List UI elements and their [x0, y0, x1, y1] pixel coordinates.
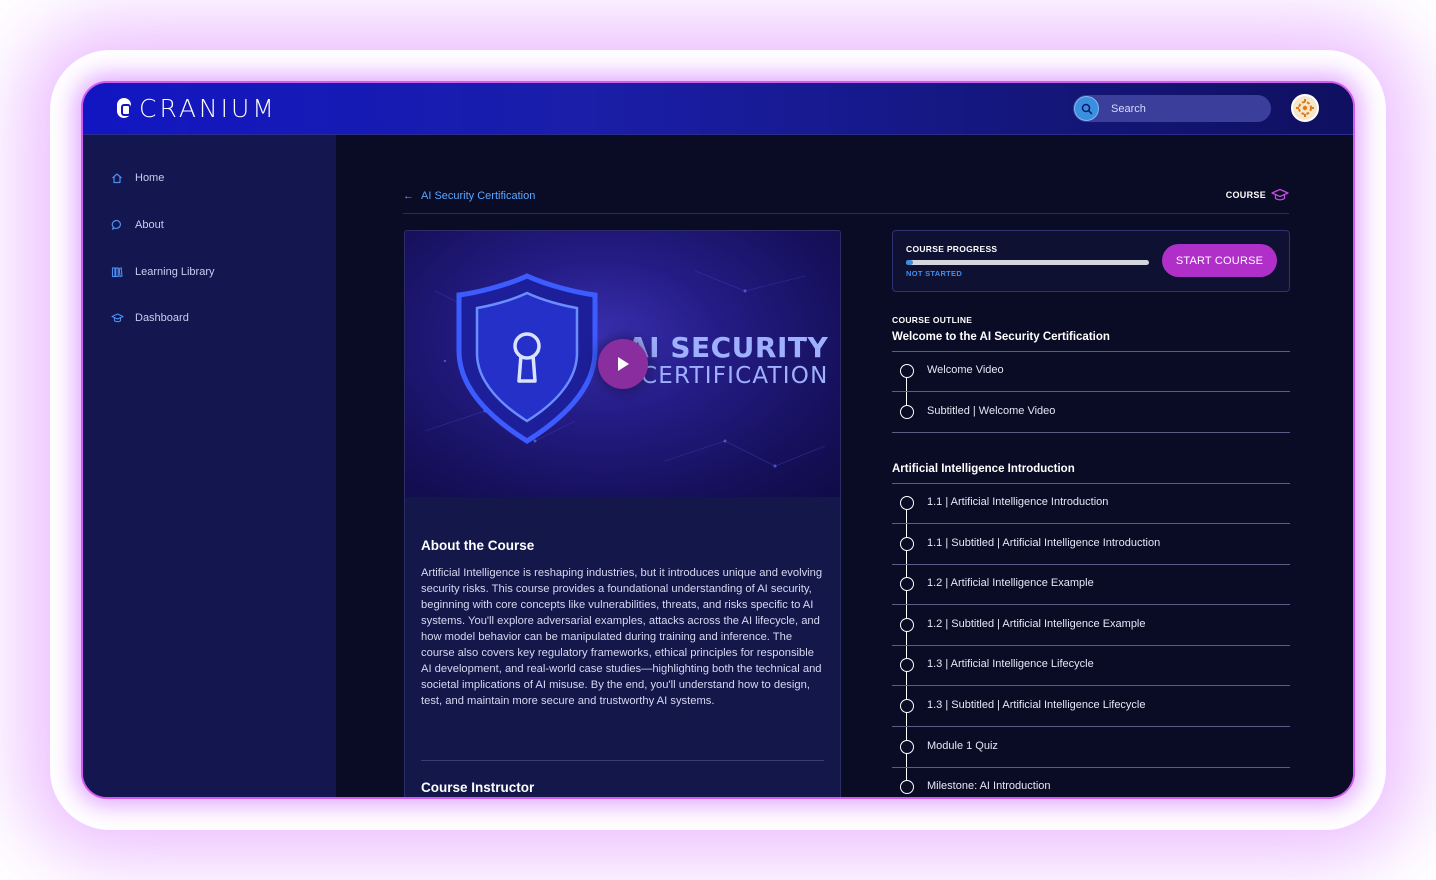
outline-item[interactable]: 1.1 | Artificial Intelligence Introducti… [892, 483, 1290, 523]
main-content: ← AI Security Certification COURSE AI SE… [336, 135, 1353, 797]
outline-item-label: 1.3 | Artificial Intelligence Lifecycle [927, 658, 1094, 671]
incomplete-circle-icon [900, 496, 914, 510]
sidebar-item-home[interactable]: Home [111, 169, 164, 187]
incomplete-circle-icon [900, 577, 914, 592]
outline-item-label: Module 1 Quiz [927, 739, 998, 752]
incomplete-circle-icon [900, 404, 914, 419]
outline-item-label: Subtitled | Welcome Video [927, 404, 1056, 417]
sidebar-item-learning-library[interactable]: Learning Library [111, 263, 215, 281]
sidebar-item-label: Learning Library [135, 266, 215, 278]
start-course-button[interactable]: START COURSE [1162, 244, 1277, 277]
video-title-line1: AI SECURITY [627, 331, 829, 364]
avatar[interactable] [1291, 94, 1319, 122]
outline-item[interactable]: 1.3 | Artificial Intelligence Lifecycle [892, 645, 1290, 685]
instructor-heading: Course Instructor [421, 780, 535, 795]
course-video-player[interactable]: AI SECURITY CERTIFICATION [405, 231, 840, 497]
progress-status: NOT STARTED [906, 269, 963, 278]
library-icon [111, 265, 125, 279]
outline-item-label: Milestone: AI Introduction [927, 780, 1051, 793]
breadcrumb: ← AI Security Certification COURSE [403, 188, 1289, 214]
progress-bar [906, 260, 1149, 265]
outline-item[interactable]: 1.2 | Artificial Intelligence Example [892, 564, 1290, 604]
incomplete-circle-icon [900, 364, 914, 378]
outline-item-label: 1.3 | Subtitled | Artificial Intelligenc… [927, 699, 1146, 711]
sidebar: Home About Learning Library Dashboard [83, 135, 336, 797]
outline-section-title: Welcome to the AI Security Certification [892, 331, 1110, 343]
outline-item[interactable]: 1.2 | Subtitled | Artificial Intelligenc… [892, 605, 1290, 645]
outline-item[interactable]: Welcome Video [892, 351, 1290, 391]
progress-bar-fill [906, 260, 914, 265]
app-window: CRANIUM Home [81, 81, 1355, 799]
video-title-line2: CERTIFICATION [641, 363, 829, 389]
avatar-pattern-icon [1296, 99, 1314, 117]
search-bar[interactable] [1073, 95, 1271, 122]
incomplete-circle-icon [900, 536, 914, 551]
search-icon[interactable] [1074, 96, 1099, 121]
course-tag: COURSE [1226, 188, 1289, 202]
progress-label: COURSE PROGRESS [906, 244, 998, 254]
outline-item[interactable]: Milestone: AI Introduction [892, 767, 1290, 797]
course-card: AI SECURITY CERTIFICATION About the Cour… [404, 230, 841, 797]
arrow-left-icon: ← [403, 190, 414, 202]
incomplete-circle-icon [900, 780, 914, 795]
incomplete-circle-icon [900, 739, 914, 754]
sidebar-item-about[interactable]: About [111, 216, 164, 234]
outline-item[interactable]: Module 1 Quiz [892, 727, 1290, 767]
sidebar-item-dashboard[interactable]: Dashboard [111, 309, 189, 327]
brand-name: CRANIUM [139, 93, 277, 123]
incomplete-circle-icon [900, 617, 914, 632]
outline-item-label: 1.2 | Subtitled | Artificial Intelligenc… [927, 617, 1146, 630]
course-tag-label: COURSE [1225, 190, 1266, 200]
breadcrumb-label: AI Security Certification [421, 190, 536, 202]
home-icon [111, 171, 125, 185]
outline-label: COURSE OUTLINE [892, 315, 973, 325]
outline-divider [892, 432, 1290, 433]
outline-item-label: Welcome Video [927, 364, 1004, 376]
sidebar-item-label: Dashboard [135, 312, 189, 324]
about-heading: About the Course [421, 538, 535, 553]
mortarboard-icon [111, 311, 125, 325]
top-header: CRANIUM [83, 83, 1353, 135]
outline-item-label: 1.2 | Artificial Intelligence Example [927, 577, 1094, 590]
outline-item-label: 1.1 | Subtitled | Artificial Intelligenc… [927, 536, 1161, 549]
incomplete-circle-icon [900, 699, 914, 713]
play-icon [618, 357, 629, 371]
graduation-cap-icon [1271, 188, 1289, 201]
sidebar-item-label: Home [135, 172, 165, 184]
search-input[interactable] [1111, 102, 1261, 115]
breadcrumb-link[interactable]: ← AI Security Certification [403, 190, 535, 202]
outline-item-label: 1.1 | Artificial Intelligence Introducti… [927, 496, 1109, 508]
sidebar-item-label: About [135, 219, 164, 231]
chat-icon [111, 218, 125, 232]
logo-mark-icon [117, 98, 131, 118]
outline-section-title: Artificial Intelligence Introduction [892, 463, 1075, 475]
incomplete-circle-icon [900, 658, 914, 673]
outline-item[interactable]: 1.1 | Subtitled | Artificial Intelligenc… [892, 524, 1290, 564]
course-progress-panel: COURSE PROGRESS NOT STARTED START COURSE [892, 230, 1290, 292]
outline-item[interactable]: 1.3 | Subtitled | Artificial Intelligenc… [892, 686, 1290, 726]
divider [421, 760, 824, 761]
about-description: Artificial Intelligence is reshaping ind… [421, 567, 823, 707]
brand-logo[interactable]: CRANIUM [117, 93, 277, 123]
outline-item[interactable]: Subtitled | Welcome Video [892, 392, 1290, 432]
play-button[interactable] [598, 339, 648, 389]
